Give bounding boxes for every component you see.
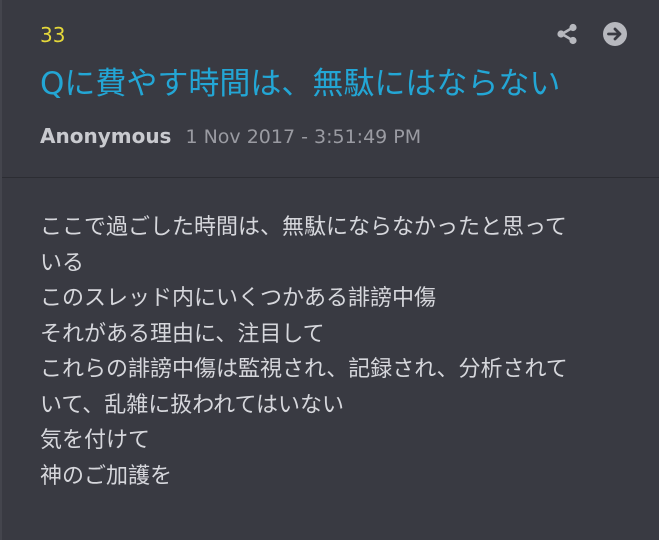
post-actions [553, 20, 629, 48]
post-header: 33 Qに費やす時間は、無駄にはならない Anonymous 1 Nov 201… [2, 0, 659, 178]
post-body: ここで過ごした時間は、無駄にならなかったと思って いる このスレッド内にいくつか… [2, 178, 659, 494]
share-icon [557, 23, 577, 45]
post-author: Anonymous [40, 124, 172, 148]
post-meta: Anonymous 1 Nov 2017 - 3:51:49 PM [40, 124, 421, 148]
post-number[interactable]: 33 [40, 22, 65, 48]
post-timestamp: 1 Nov 2017 - 3:51:49 PM [185, 126, 422, 148]
post-title: Qに費やす時間は、無駄にはならない [40, 66, 561, 102]
post-body-line: このスレッド内にいくつかある誹謗中傷 [40, 286, 437, 311]
post-body-line: ここで過ごした時間は、無駄にならなかったと思って [40, 215, 567, 240]
post-body-line: 神のご加護を [40, 463, 173, 489]
share-button[interactable] [553, 20, 581, 48]
post-body-line: これらの誹謗中傷は監視され、記録され、分析されて [40, 357, 568, 382]
arrow-right-circle-icon [603, 22, 627, 46]
next-button[interactable] [601, 20, 629, 48]
post-card: 33 Qに費やす時間は、無駄にはならない Anonymous 1 Nov 201… [0, 0, 659, 540]
post-body-line: いる [40, 250, 85, 276]
post-body-line: いて、乱雑に扱われてはいない [40, 392, 345, 418]
post-body-line: それがある理由に、注目して [40, 321, 325, 347]
post-body-line: 気を付けて [40, 428, 151, 453]
